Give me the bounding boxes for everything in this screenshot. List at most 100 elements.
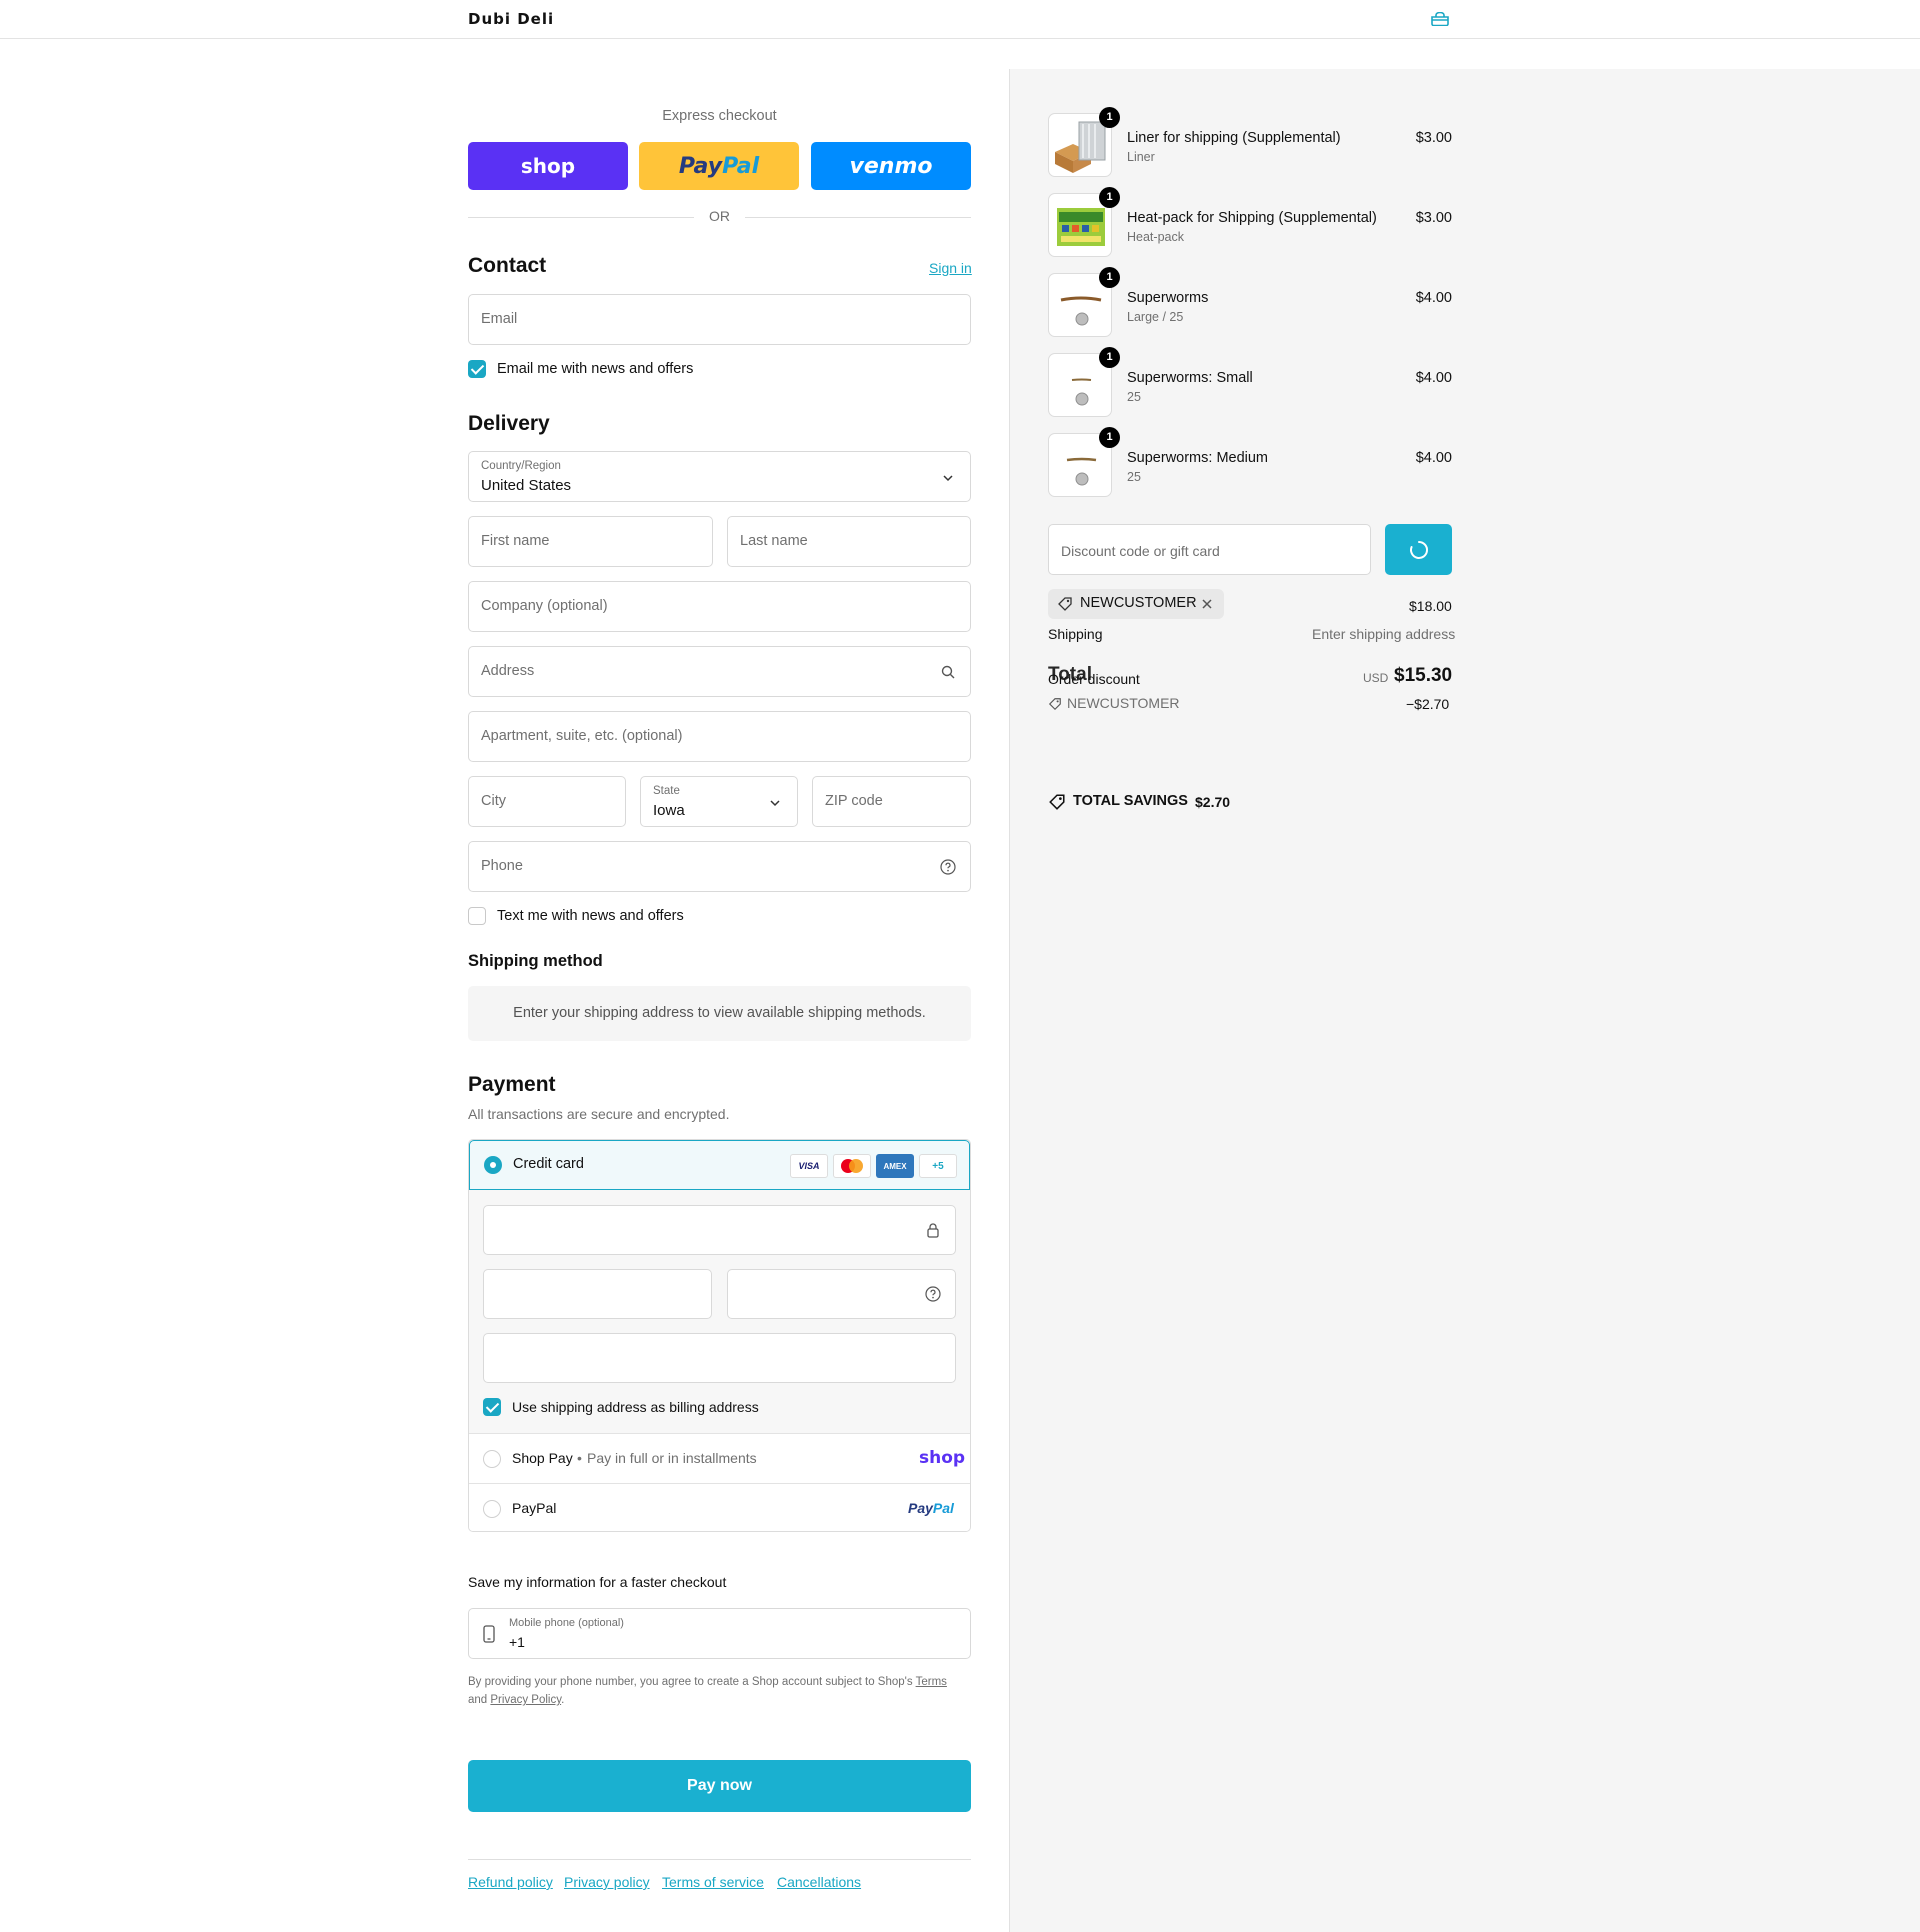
state-select[interactable]: State Iowa [640, 776, 798, 827]
subtotal-value: $18.00 [1409, 598, 1452, 614]
privacy-policy-link[interactable]: Privacy policy [564, 1874, 650, 1890]
shop-pay-radio[interactable] [483, 1450, 501, 1468]
applied-discount-tag: NEWCUSTOMER [1048, 589, 1224, 619]
legal-text-and: and [468, 1694, 488, 1706]
line-item: 1 Heat-pack for Shipping (Supplemental) … [1048, 187, 1452, 259]
quantity-badge: 1 [1099, 187, 1120, 208]
shop-pay-description: Pay in full or in installments [587, 1450, 757, 1466]
venmo-label: venmo [849, 153, 933, 179]
shipping-label: Shipping [1048, 626, 1103, 642]
paypal-option[interactable]: PayPal PayPal [469, 1483, 970, 1531]
mobile-phone-label: Mobile phone (optional) [509, 1617, 624, 1629]
item-variant: 25 [1127, 470, 1141, 484]
line-item: 1 Superworms Large / 25 $4.00 [1048, 267, 1452, 339]
help-icon[interactable] [940, 859, 956, 875]
or-divider: OR [468, 208, 971, 226]
country-value: United States [481, 477, 572, 494]
tag-icon [1058, 597, 1072, 611]
zip-field[interactable]: ZIP code [812, 776, 971, 827]
credit-card-radio[interactable] [484, 1156, 502, 1174]
shop-pay-express-button[interactable]: shop [468, 142, 628, 190]
security-code-field[interactable] [727, 1269, 956, 1319]
text-opt-in-checkbox[interactable] [468, 907, 486, 925]
city-placeholder: City [481, 793, 506, 809]
remember-me-title: Save my information for a faster checkou… [468, 1574, 727, 1590]
or-text: OR [709, 208, 730, 224]
company-field[interactable]: Company (optional) [468, 581, 971, 632]
express-checkout-label: Express checkout [662, 108, 777, 124]
card-number-field[interactable] [483, 1205, 956, 1255]
shop-privacy-link[interactable]: Privacy Policy [490, 1694, 561, 1706]
name-on-card-field[interactable] [483, 1333, 956, 1383]
lock-icon [927, 1223, 939, 1238]
quantity-badge: 1 [1099, 107, 1120, 128]
more-cards-badge: +5 [919, 1154, 957, 1178]
shipping-value: Enter shipping address [1312, 626, 1456, 642]
paypal-radio[interactable] [483, 1500, 501, 1518]
phone-field[interactable]: Phone [468, 841, 971, 892]
legal-text-end: . [561, 1694, 565, 1706]
header: Dubi Deli [0, 0, 1920, 39]
credit-card-option[interactable]: Credit card VISA AMEX +5 [469, 1140, 970, 1190]
shop-pay-label: Shop Pay [512, 1450, 573, 1466]
item-name: Superworms: Medium [1127, 450, 1269, 466]
email-opt-in-checkbox[interactable] [468, 360, 486, 378]
shop-pay-separator: • [577, 1450, 582, 1466]
shop-pay-logo: shop [919, 1448, 966, 1468]
email-placeholder: Email [481, 311, 518, 327]
billing-same-label: Use shipping address as billing address [512, 1399, 759, 1415]
amex-icon: AMEX [876, 1154, 914, 1178]
search-icon [941, 665, 955, 679]
help-icon[interactable] [925, 1286, 941, 1302]
mobile-phone-field[interactable]: Mobile phone (optional) +1 [468, 1608, 971, 1659]
apartment-placeholder: Apartment, suite, etc. (optional) [481, 728, 683, 744]
item-variant: Liner [1127, 150, 1155, 164]
first-name-field[interactable]: First name [468, 516, 713, 567]
state-label: State [653, 785, 680, 797]
shop-terms-link[interactable]: Terms [916, 1676, 947, 1688]
refund-policy-link[interactable]: Refund policy [468, 1874, 553, 1890]
last-name-placeholder: Last name [740, 533, 808, 549]
paypal-label-a: Pay [678, 153, 723, 179]
store-logo[interactable]: Dubi Deli [468, 10, 554, 28]
address-field[interactable]: Address [468, 646, 971, 697]
bag-icon[interactable] [1430, 12, 1450, 26]
order-summary-panel [1009, 69, 1920, 1932]
chevron-down-icon [943, 475, 953, 482]
cancellations-link[interactable]: Cancellations [777, 1874, 861, 1890]
terms-of-service-link[interactable]: Terms of service [662, 1874, 764, 1890]
loading-spinner-icon [1410, 541, 1428, 559]
apply-discount-button[interactable] [1385, 524, 1452, 575]
country-label: Country/Region [481, 460, 561, 472]
legal-text-body: By providing your phone number, you agre… [468, 1676, 913, 1688]
mobile-phone-value: +1 [509, 1634, 525, 1650]
shop-pay-option[interactable]: Shop Pay • Pay in full or in installment… [469, 1433, 970, 1483]
discount-code-field[interactable]: Discount code or gift card [1048, 524, 1371, 575]
discount-amount: −$2.70 [1406, 696, 1450, 712]
first-name-placeholder: First name [481, 533, 550, 549]
paypal-logo-b: Pal [932, 1500, 954, 1516]
city-field[interactable]: City [468, 776, 626, 827]
item-name: Heat-pack for Shipping (Supplemental) [1127, 210, 1377, 226]
apartment-field[interactable]: Apartment, suite, etc. (optional) [468, 711, 971, 762]
tag-icon [1048, 698, 1061, 711]
close-icon[interactable] [1200, 597, 1214, 611]
billing-same-checkbox[interactable] [483, 1398, 501, 1416]
paypal-express-button[interactable]: Pay Pal [639, 142, 799, 190]
sign-in-link[interactable]: Sign in [929, 260, 972, 276]
tag-icon [1049, 794, 1065, 810]
expiration-date-field[interactable] [483, 1269, 712, 1319]
discount-code-placeholder: Discount code or gift card [1061, 543, 1220, 559]
line-item: 1 Liner for shipping (Supplemental) Line… [1048, 107, 1452, 179]
email-field[interactable]: Email [468, 294, 971, 345]
footer-divider [468, 1859, 971, 1860]
item-name: Superworms: Small [1127, 370, 1253, 386]
pay-now-button[interactable]: Pay now [468, 1760, 971, 1812]
address-placeholder: Address [481, 663, 535, 679]
venmo-express-button[interactable]: venmo [811, 142, 971, 190]
currency-code: USD [1363, 671, 1389, 685]
delivery-heading: Delivery [468, 412, 550, 435]
country-select[interactable]: Country/Region United States [468, 451, 971, 502]
last-name-field[interactable]: Last name [727, 516, 971, 567]
text-opt-in-label: Text me with news and offers [497, 908, 684, 924]
